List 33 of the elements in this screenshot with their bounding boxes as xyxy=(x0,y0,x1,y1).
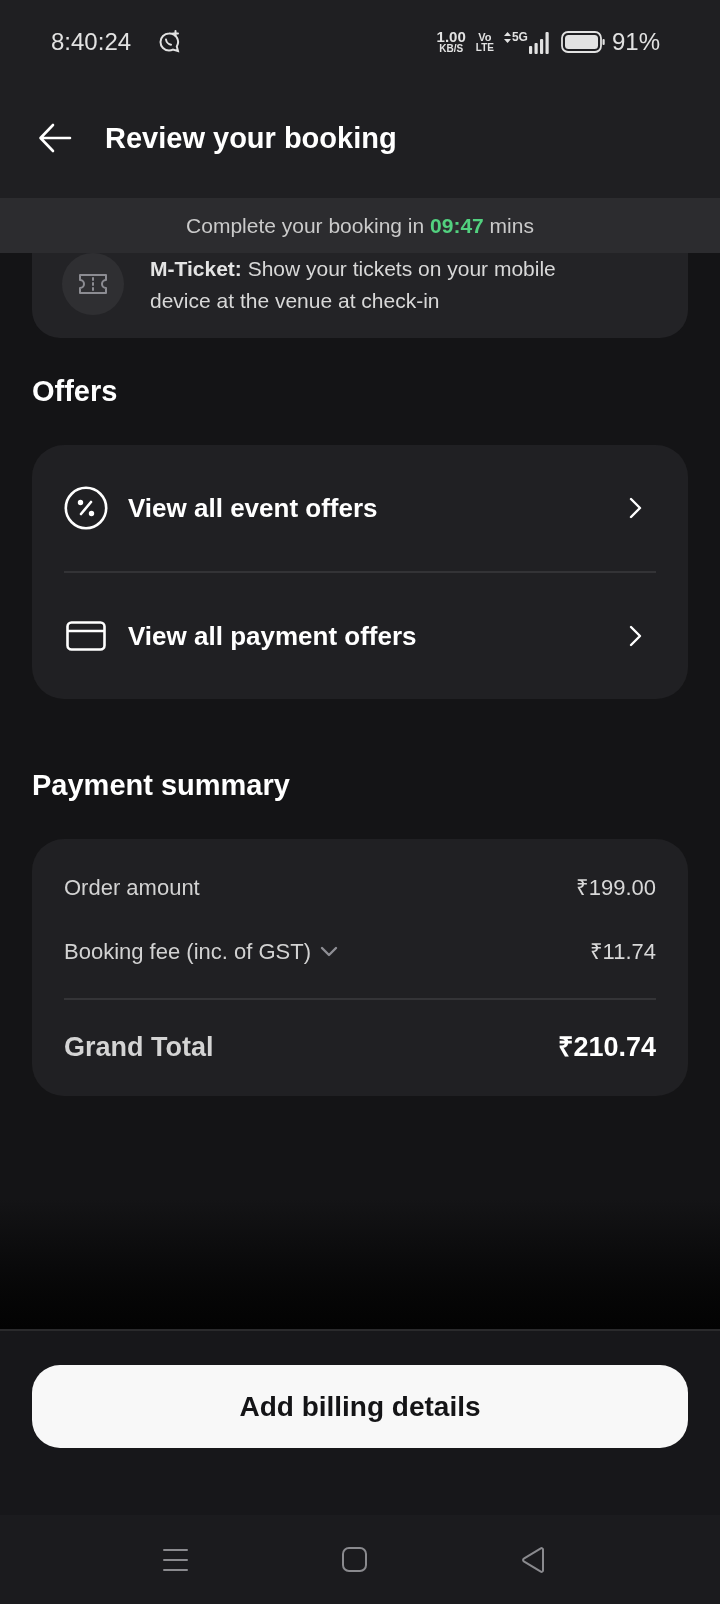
page-title: Review your booking xyxy=(105,123,397,153)
summary-value: ₹11.74 xyxy=(589,937,656,966)
summary-label: Order amount xyxy=(64,873,200,902)
volte-label: Vo xyxy=(478,31,492,43)
menu-icon[interactable] xyxy=(163,1547,188,1572)
net-speed-unit: KB/S xyxy=(439,44,464,54)
total-label: Grand Total xyxy=(64,1030,214,1064)
chevron-right-icon xyxy=(629,497,642,519)
mticket-info: M-Ticket: Show your tickets on your mobile device at the venue at check-in xyxy=(150,256,557,314)
lte-label: LTE xyxy=(475,42,494,53)
timer-text: Complete your booking in 09:47 mins xyxy=(186,212,534,239)
battery-percent: 91% xyxy=(611,30,660,54)
offer-link[interactable]: View all payment offers xyxy=(64,573,656,699)
chevron-right-icon xyxy=(629,625,642,647)
status-time: 8:40:24 xyxy=(51,30,132,54)
offer-link[interactable]: View all event offers xyxy=(64,445,656,571)
section-heading: Payment summary xyxy=(32,769,291,801)
network-type-label: 5G xyxy=(511,30,528,43)
fee-breakdown-toggle[interactable]: Booking fee (inc. of GST) xyxy=(64,934,338,968)
back-icon[interactable] xyxy=(521,1546,545,1573)
percent-icon xyxy=(64,486,108,530)
card-icon xyxy=(66,621,106,651)
square-icon[interactable] xyxy=(342,1547,367,1572)
add-billing-button[interactable]: Add billing details xyxy=(32,1365,688,1448)
signal-icon xyxy=(528,31,549,54)
chat-bubble-icon xyxy=(157,30,182,54)
back-arrow-icon xyxy=(38,122,72,154)
total-value: ₹210.74 xyxy=(558,1030,656,1064)
net-speed-value: 1.00 xyxy=(436,30,466,44)
summary-value: ₹199.00 xyxy=(575,873,656,902)
section-heading: Offers xyxy=(32,375,119,407)
data-arrows-icon xyxy=(503,31,511,43)
battery-icon xyxy=(560,31,605,53)
